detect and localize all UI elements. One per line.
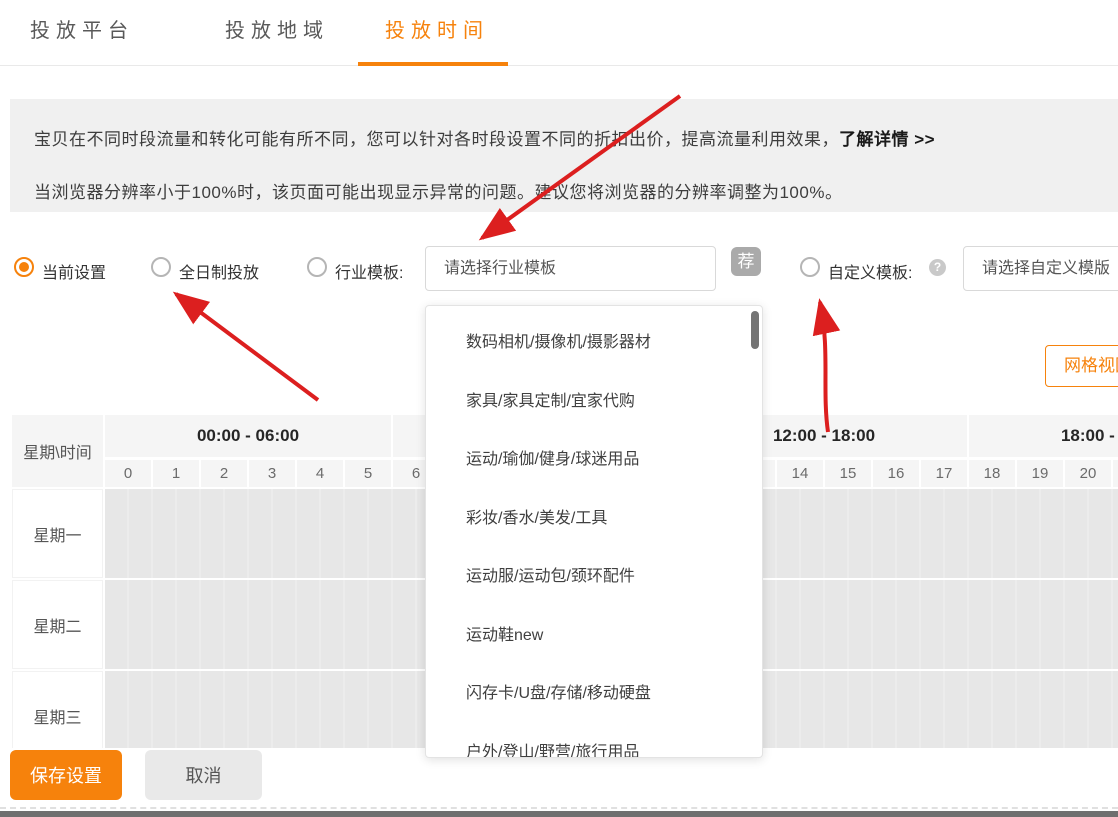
horizontal-scrollbar[interactable] — [0, 811, 1118, 817]
tab-region[interactable]: 投放地域 — [225, 14, 329, 43]
arrow-to-custom-radio — [820, 302, 828, 432]
dropdown-scrollbar-thumb[interactable] — [751, 311, 759, 349]
radio-full-day[interactable] — [151, 257, 171, 277]
hour-header-5: 5 — [345, 460, 391, 487]
hour-header-16: 16 — [873, 460, 919, 487]
radio-current-settings[interactable] — [14, 257, 34, 277]
hour-header-19: 19 — [1017, 460, 1063, 487]
radio-industry-template[interactable] — [307, 257, 327, 277]
cancel-button[interactable]: 取消 — [145, 750, 262, 800]
hour-header-1: 1 — [153, 460, 199, 487]
dropdown-option[interactable]: 运动鞋new — [426, 607, 762, 666]
delivery-time-settings-page: 投放平台 投放地域 投放时间 宝贝在不同时段流量和转化可能有所不同，您可以针对各时段… — [0, 0, 1118, 817]
industry-template-select[interactable]: 请选择行业模板 — [425, 246, 716, 291]
dropdown-option[interactable]: 彩妆/香水/美发/工具 — [426, 490, 762, 549]
day-row-label: 星期三 — [12, 671, 103, 748]
radio-current-settings-label[interactable]: 当前设置 — [42, 259, 106, 283]
hour-header-2: 2 — [201, 460, 247, 487]
radio-industry-template-label[interactable]: 行业模板: — [335, 259, 403, 283]
banner-line-1: 宝贝在不同时段流量和转化可能有所不同，您可以针对各时段设置不同的折扣出价，提高流… — [34, 113, 1094, 166]
dropdown-option[interactable]: 家具/家具定制/宜家代购 — [426, 373, 762, 432]
time-group-header: 00:00 - 06:00 — [105, 415, 391, 457]
industry-template-dropdown: 数码相机/摄像机/摄影器材家具/家具定制/宜家代购运动/瑜伽/健身/球迷用品彩妆… — [425, 305, 763, 758]
banner-line-1-text: 宝贝在不同时段流量和转化可能有所不同，您可以针对各时段设置不同的折扣出价，提高流… — [34, 130, 839, 149]
recommend-badge: 荐 — [731, 247, 761, 276]
day-row-label: 星期二 — [12, 580, 103, 669]
hour-header-17: 17 — [921, 460, 967, 487]
arrow-to-full-day-radio — [176, 294, 318, 400]
notice-banner: 宝贝在不同时段流量和转化可能有所不同，您可以针对各时段设置不同的折扣出价，提高流… — [10, 99, 1118, 212]
radio-custom-template-label[interactable]: 自定义模板: — [828, 259, 912, 283]
time-group-header: 18:00 - 24:00 — [969, 415, 1118, 457]
active-tab-underline — [358, 62, 508, 66]
custom-template-select[interactable]: 请选择自定义模版 — [963, 246, 1118, 291]
day-row-label: 星期一 — [12, 489, 103, 578]
dropdown-option[interactable]: 运动服/运动包/颈环配件 — [426, 548, 762, 607]
hour-header-14: 14 — [777, 460, 823, 487]
hour-header-21: 21 — [1113, 460, 1118, 487]
hour-header-3: 3 — [249, 460, 295, 487]
dropdown-option[interactable]: 闪存卡/U盘/存储/移动硬盘 — [426, 665, 762, 724]
tab-time[interactable]: 投放时间 — [385, 14, 489, 43]
schedule-corner-header: 星期\时间 — [12, 415, 103, 487]
hour-header-20: 20 — [1065, 460, 1111, 487]
learn-more-link[interactable]: 了解详情 >> — [839, 130, 935, 149]
hour-header-15: 15 — [825, 460, 871, 487]
save-settings-button[interactable]: 保存设置 — [10, 750, 122, 800]
tab-platform[interactable]: 投放平台 — [30, 14, 134, 43]
bottom-dashed-divider — [0, 807, 1118, 809]
radio-custom-template[interactable] — [800, 257, 820, 277]
hour-header-4: 4 — [297, 460, 343, 487]
dropdown-option[interactable]: 数码相机/摄像机/摄影器材 — [426, 314, 762, 373]
radio-full-day-label[interactable]: 全日制投放 — [179, 259, 259, 283]
dropdown-option[interactable]: 户外/登山/野营/旅行用品 — [426, 724, 762, 759]
settings-tab-bar: 投放平台 投放地域 投放时间 — [0, 0, 1118, 66]
grid-view-button[interactable]: 网格视图 — [1045, 345, 1118, 387]
dropdown-option[interactable]: 运动/瑜伽/健身/球迷用品 — [426, 431, 762, 490]
banner-line-2: 当浏览器分辨率小于100%时，该页面可能出现显示异常的问题。建议您将浏览器的分辨… — [34, 166, 1094, 219]
hour-header-0: 0 — [105, 460, 151, 487]
hour-header-18: 18 — [969, 460, 1015, 487]
help-icon[interactable]: ? — [929, 259, 946, 276]
